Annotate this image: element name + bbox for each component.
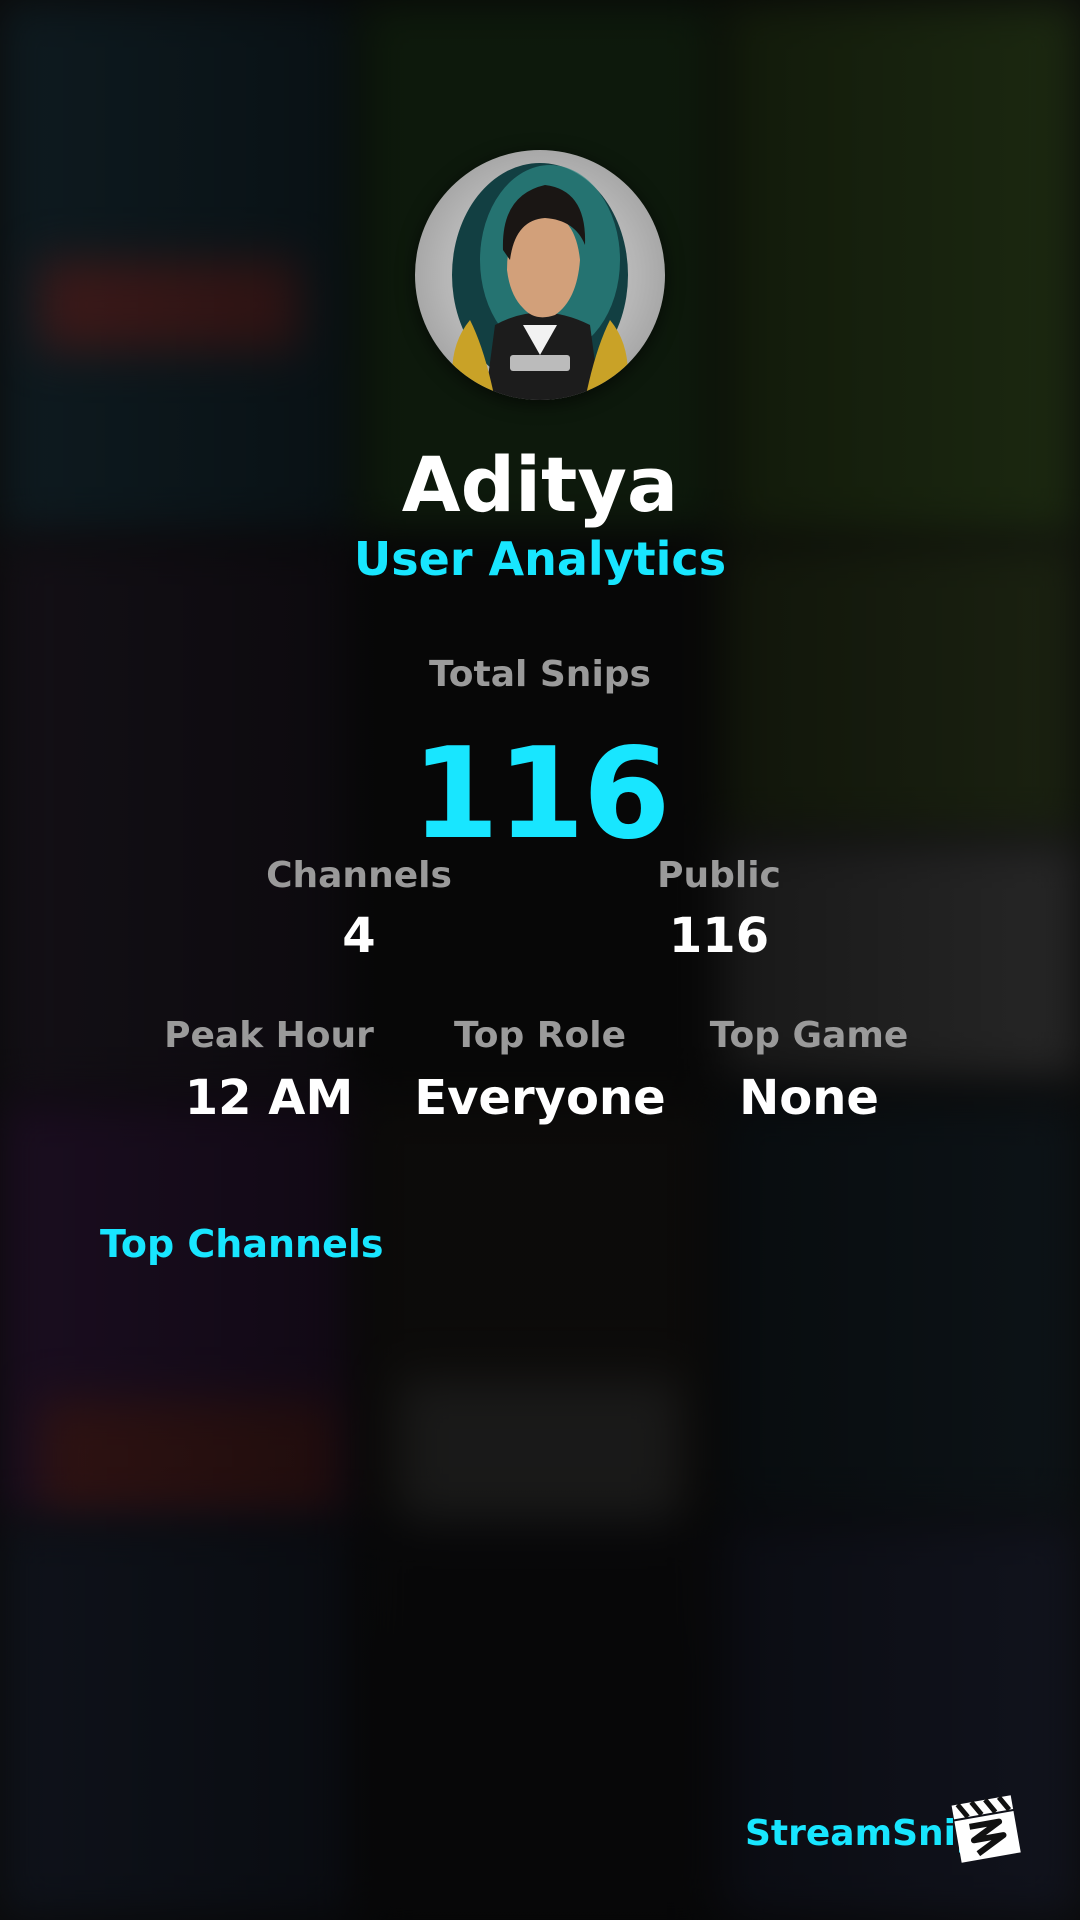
total-snips-value: 116: [411, 720, 670, 867]
portrait-avatar-image: [452, 163, 628, 400]
top-channels-heading: Top Channels: [100, 1222, 384, 1266]
analytics-card: Aditya User Analytics Total Snips 116 Ch…: [0, 0, 1080, 1920]
public-label: Public: [657, 855, 781, 896]
peak-hour-value: 12 AM: [184, 1070, 354, 1126]
stat-top-game: Top Game None: [659, 1015, 959, 1126]
page-subtitle: User Analytics: [353, 532, 727, 586]
peak-hour-label: Peak Hour: [164, 1015, 374, 1056]
stat-top-role: Top Role Everyone: [390, 1015, 690, 1126]
avatar[interactable]: [415, 150, 665, 400]
clapperboard-icon: [948, 1790, 1024, 1866]
channels-value: 4: [342, 908, 376, 964]
brand-name: StreamSnip: [745, 1813, 982, 1854]
top-game-value: None: [739, 1070, 879, 1126]
public-value: 116: [668, 908, 770, 964]
total-snips-label: Total Snips: [429, 654, 651, 695]
top-game-label: Top Game: [709, 1015, 909, 1056]
top-role-value: Everyone: [414, 1070, 666, 1126]
stat-peak-hour: Peak Hour 12 AM: [119, 1015, 419, 1126]
channels-label: Channels: [266, 855, 452, 896]
top-role-label: Top Role: [453, 1015, 627, 1056]
username: Aditya: [401, 440, 679, 529]
stat-channels: Channels 4: [209, 855, 509, 964]
stat-public: Public 116: [569, 855, 869, 964]
